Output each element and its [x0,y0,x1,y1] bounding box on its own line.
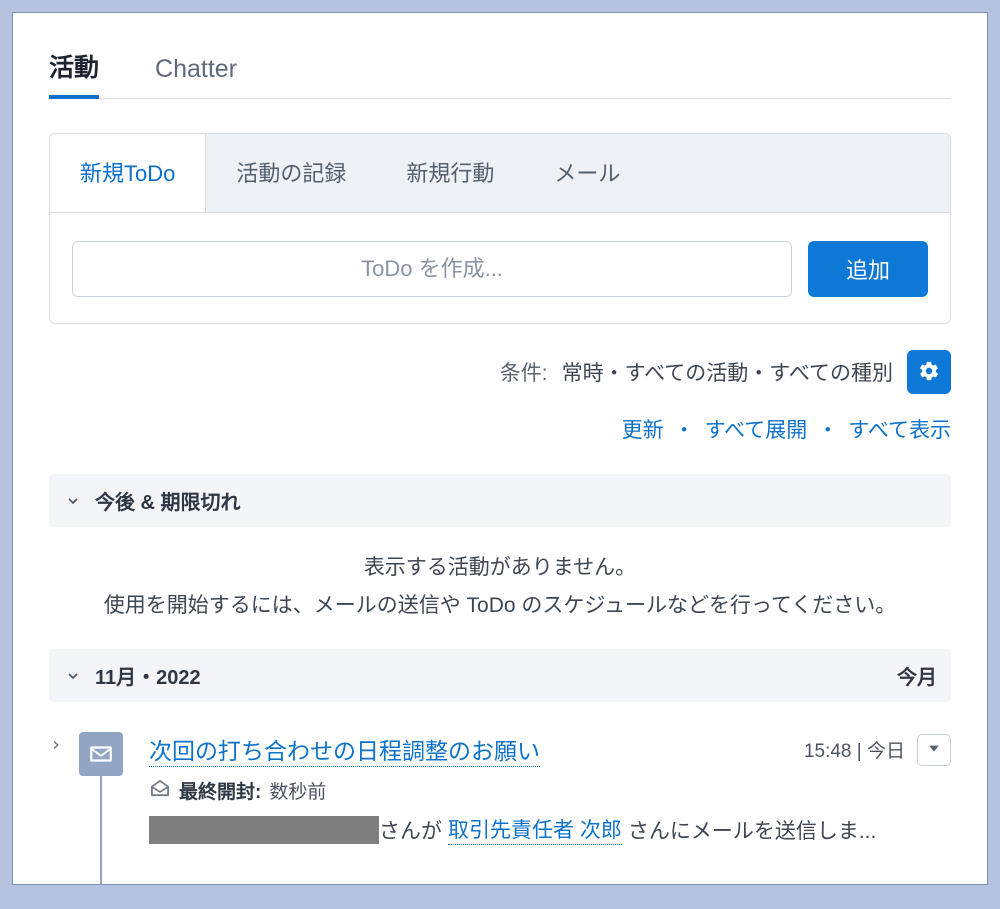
desc-prefix: さんが [379,815,442,845]
email-subject-link[interactable]: 次回の打ち合わせの日程調整のお願い [149,732,540,767]
email-timestamp: 15:48 | 今日 [804,736,905,763]
todo-subject-input[interactable] [72,241,792,297]
last-opened-row: 最終開封: 数秒前 [149,777,951,804]
filter-row: 条件: 常時・すべての活動・すべての種別 [49,350,951,394]
gear-icon [918,360,940,385]
filter-label: 条件: [500,357,548,387]
email-icon [79,732,123,776]
redacted-sender [149,816,379,844]
composer-body: 追加 [50,213,950,323]
chevron-down-icon [63,491,83,511]
timeline-icon-wrap [79,732,135,776]
tab-activity[interactable]: 活動 [49,48,99,98]
timeline-item-header: 次回の打ち合わせの日程調整のお願い 15:48 | 今日 [149,732,951,767]
chevron-down-icon [63,666,83,686]
timeline-actions: 更新 ・ すべて展開 ・ すべて表示 [49,414,951,444]
activity-composer: 新規ToDo 活動の記録 新規行動 メール 追加 [49,133,951,324]
empty-message-1: 表示する活動がありません。 [49,551,951,581]
item-menu-button[interactable] [917,734,951,766]
filter-value: 常時・すべての活動・すべての種別 [562,357,893,387]
empty-message-2: 使用を開始するには、メールの送信や ToDo のスケジュールなどを行ってください… [49,589,951,619]
refresh-link[interactable]: 更新 [622,414,664,444]
composer-tab-bar: 新規ToDo 活動の記録 新規行動 メール [50,134,950,213]
tab-log-activity[interactable]: 活動の記録 [206,134,376,212]
section-month-title: 11月・2022 [95,661,201,690]
timeline-item-body: 次回の打ち合わせの日程調整のお願い 15:48 | 今日 最終開封: 数秒前 さ… [149,732,951,845]
tab-new-todo[interactable]: 新規ToDo [50,134,206,212]
expand-all-link[interactable]: すべて展開 [705,414,808,444]
timeline-connector [100,776,102,885]
section-upcoming-title: 今後 & 期限切れ [95,486,241,515]
caret-down-icon [928,741,940,759]
expand-item-button[interactable] [49,732,69,757]
tab-new-event[interactable]: 新規行動 [376,134,524,212]
filter-settings-button[interactable] [907,350,951,394]
section-month-badge: 今月 [897,661,937,690]
tab-chatter[interactable]: Chatter [155,55,237,98]
view-all-link[interactable]: すべて表示 [848,414,951,444]
email-description: さんが 取引先責任者 次郎 さんにメールを送信しま... [149,814,951,845]
last-opened-value: 数秒前 [269,777,326,804]
tab-email[interactable]: メール [524,134,650,212]
separator-dot: ・ [666,414,703,444]
section-month[interactable]: 11月・2022 今月 [49,649,951,702]
top-tab-bar: 活動 Chatter [49,45,951,99]
add-button[interactable]: 追加 [808,241,928,297]
separator-dot: ・ [809,414,846,444]
open-envelope-icon [149,779,171,803]
desc-suffix: さんにメールを送信しま... [628,815,877,845]
last-opened-label: 最終開封: [179,777,261,804]
contact-link[interactable]: 取引先責任者 次郎 [448,814,622,845]
activity-panel: 活動 Chatter 新規ToDo 活動の記録 新規行動 メール 追加 条件: … [12,12,988,885]
section-upcoming[interactable]: 今後 & 期限切れ [49,474,951,527]
timeline-item: 次回の打ち合わせの日程調整のお願い 15:48 | 今日 最終開封: 数秒前 さ… [49,732,951,845]
